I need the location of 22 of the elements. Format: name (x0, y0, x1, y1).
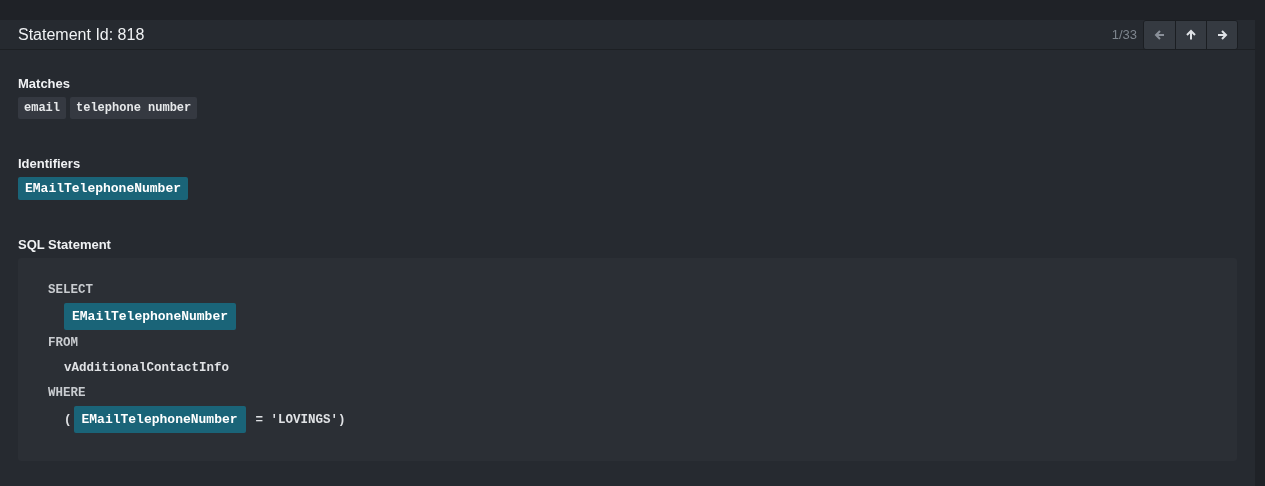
page-counter: 1/33 (1111, 27, 1137, 42)
section-heading: Identifiers (18, 156, 82, 171)
sql-keyword: SELECT (48, 283, 93, 297)
left-arrow-icon (1153, 28, 1166, 41)
statement-title: Statement Id: 818 (18, 25, 145, 44)
sql-text: ( (64, 412, 72, 427)
identifier-tag: EMailTelephoneNumber (18, 177, 189, 200)
sql-keyword: FROM (48, 336, 78, 350)
up-arrow-icon (1185, 28, 1197, 41)
previous-button[interactable] (1144, 20, 1175, 49)
sql-keyword: WHERE (48, 386, 86, 400)
sql-text: vAdditionalContactInfo (64, 361, 230, 375)
sql-text: = 'LOVINGS') (255, 412, 346, 427)
match-tag: telephone number (70, 97, 198, 119)
next-button[interactable] (1206, 20, 1237, 49)
section-heading: Matches (18, 76, 72, 91)
identifier-highlight: EMailTelephoneNumber (64, 303, 237, 330)
up-button[interactable] (1175, 20, 1206, 49)
right-arrow-icon (1216, 28, 1228, 41)
section-heading: SQL Statement (18, 237, 112, 252)
match-tag: email (18, 97, 66, 119)
identifier-highlight: EMailTelephoneNumber (73, 406, 246, 433)
